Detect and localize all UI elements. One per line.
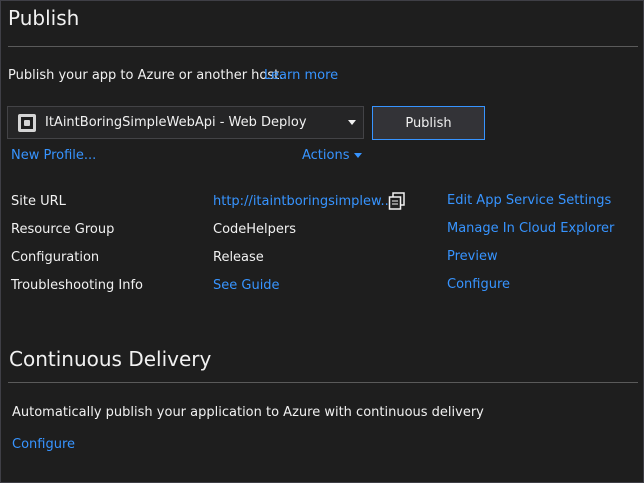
chevron-down-icon	[348, 120, 356, 125]
see-guide-link[interactable]: See Guide	[213, 278, 280, 293]
site-url-link[interactable]: http://itaintboringsimplew...	[213, 194, 393, 209]
page-title: Publish	[8, 6, 80, 30]
continuous-delivery-title: Continuous Delivery	[9, 347, 212, 371]
new-profile-link[interactable]: New Profile...	[11, 148, 96, 163]
continuous-delivery-description: Automatically publish your application t…	[12, 405, 484, 420]
manage-in-cloud-explorer-link[interactable]: Manage In Cloud Explorer	[447, 221, 614, 236]
chevron-down-icon	[353, 153, 362, 158]
learn-more-link[interactable]: Learn more	[264, 68, 338, 83]
configure-link[interactable]: Configure	[447, 277, 510, 292]
site-url-label: Site URL	[11, 194, 66, 209]
web-deploy-icon	[18, 113, 36, 132]
delivery-configure-link[interactable]: Configure	[12, 437, 75, 452]
preview-link[interactable]: Preview	[447, 249, 498, 264]
edit-app-service-settings-link[interactable]: Edit App Service Settings	[447, 193, 611, 208]
resource-group-value: CodeHelpers	[213, 222, 297, 237]
troubleshooting-info-label: Troubleshooting Info	[11, 278, 143, 293]
copy-icon[interactable]	[388, 192, 406, 210]
publish-description: Publish your app to Azure or another hos…	[8, 68, 284, 83]
title-divider	[8, 46, 638, 47]
delivery-divider	[8, 382, 638, 383]
configuration-value: Release	[213, 250, 264, 265]
profile-dropdown-value: ItAintBoringSimpleWebApi - Web Deploy	[45, 115, 307, 130]
actions-label: Actions	[302, 148, 350, 163]
publish-button[interactable]: Publish	[372, 106, 485, 140]
actions-menu[interactable]: Actions	[302, 148, 362, 163]
configuration-label: Configuration	[11, 250, 100, 265]
profile-dropdown[interactable]: ItAintBoringSimpleWebApi - Web Deploy	[7, 106, 364, 139]
resource-group-label: Resource Group	[11, 222, 115, 237]
